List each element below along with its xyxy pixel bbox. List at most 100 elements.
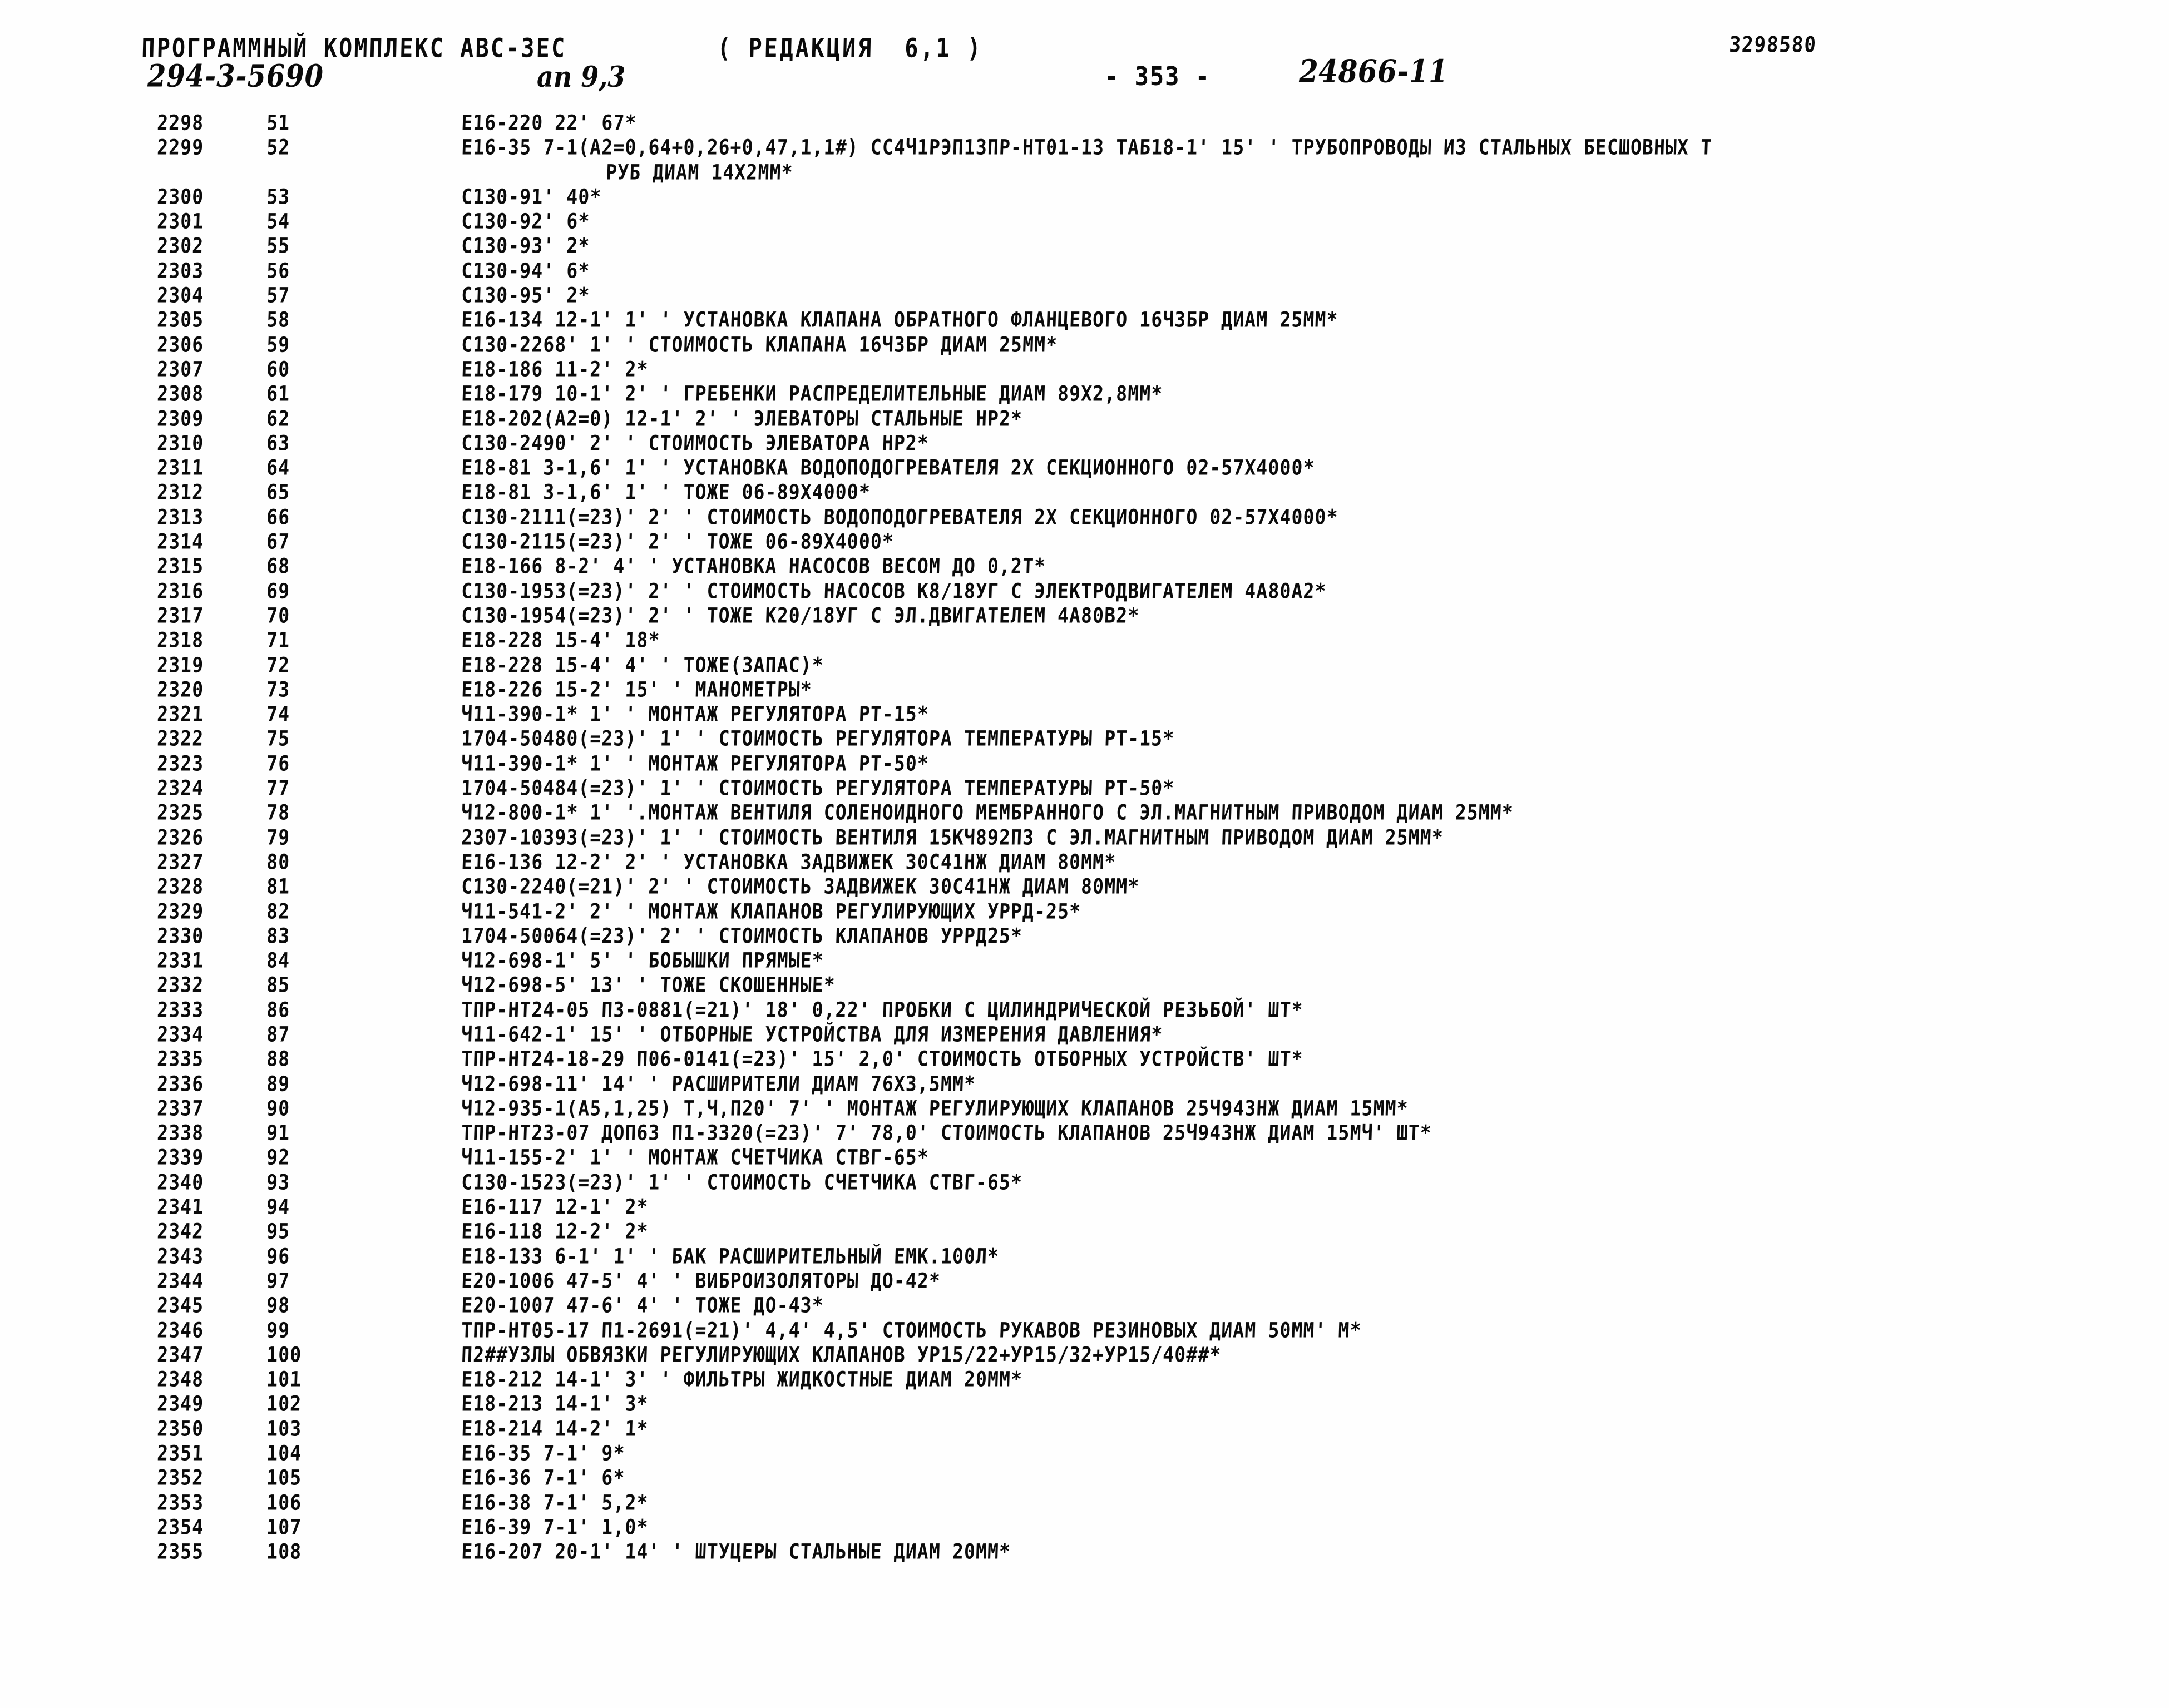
- row-content-text: E18-202(A2=0) 12-1' 2' ' ЭЛЕВАТОРЫ СТАЛЬ…: [461, 405, 1023, 431]
- row-line-number: 98: [266, 1293, 290, 1318]
- row-content-text: E18-226 15-2' 15' ' МАНОМЕТРЫ*: [461, 677, 813, 702]
- row-sequence-number: 2318: [156, 627, 205, 652]
- row-sequence-number: 2308: [156, 381, 205, 407]
- row-content-text: Ч12-935-1(A5,1,25) Т,Ч,П20' 7' ' МОНТАЖ …: [461, 1096, 1409, 1121]
- row-content-continuation: РУБ ДИАМ 14X2ММ*: [605, 159, 794, 185]
- listing-row: 2320 73 E18-226 15-2' 15' ' МАНОМЕТРЫ*: [0, 676, 2169, 701]
- listing-row: 2345 98 E20-1007 47-6' 4' ' ТОЖЕ ДО-43*: [0, 1291, 2169, 1318]
- listing-row: 2299 52 E16-35 7-1(A2=0,64+0,26+0,47,1,1#)…: [0, 133, 2169, 160]
- row-line-number: 56: [266, 258, 290, 283]
- row-sequence-number: 2302: [156, 233, 205, 259]
- row-content-text: 1704-50480(=23)' 1' ' СТОИМОСТЬ РЕГУЛЯТО…: [461, 726, 1175, 751]
- row-line-number: 70: [266, 603, 290, 628]
- row-content-text: E20-1007 47-6' 4' ' ТОЖЕ ДО-43*: [461, 1293, 824, 1318]
- row-sequence-number: 2349: [156, 1391, 205, 1417]
- listing-row: 2326 79 2307-10393(=23)' 1' ' СТОИМОСТЬ ВЕ…: [0, 824, 2169, 850]
- row-sequence-number: 2334: [156, 1022, 205, 1047]
- listing-row: 2343 96 E18-133 6-1' 1' ' БАК РАСШИРИТЕЛЬН…: [0, 1242, 2169, 1269]
- row-line-number: 53: [266, 184, 290, 209]
- row-line-number: 86: [266, 997, 290, 1022]
- listing-row: 2304 57 C130-95' 2*: [0, 281, 2169, 308]
- row-sequence-number: 2312: [156, 479, 205, 505]
- listing-row-continuation: РУБ ДИАМ 14X2ММ*: [0, 159, 2169, 185]
- row-content-text: E16-134 12-1' 1' ' УСТАНОВКА КЛАПАНА ОБР…: [461, 307, 1339, 333]
- row-content-text: C130-2490' 2' ' СТОИМОСТЬ ЭЛЕВАТОРА НР2*: [461, 430, 930, 456]
- row-line-number: 92: [266, 1145, 290, 1170]
- row-sequence-number: 2314: [156, 529, 205, 554]
- listing-row: 2324 77 1704-50484(=23)' 1' ' СТОИМОСТЬ РЕ…: [0, 774, 2169, 800]
- row-line-number: 100: [266, 1342, 302, 1367]
- listing-row: 2344 97 E20-1006 47-5' 4' ' ВИБРОИЗОЛЯТОРЫ…: [0, 1267, 2169, 1293]
- row-content-text: E16-39 7-1' 1,0*: [461, 1514, 649, 1539]
- listing-row: 2317 70 C130-1954(=23)' 2' ' ТОЖЕ К20/18УГ…: [0, 602, 2169, 627]
- row-line-number: 108: [266, 1539, 302, 1564]
- listing-row: 2334 87 Ч11-642-1' 15' ' ОТБОРНЫЕ УСТРОЙСТ…: [0, 1021, 2169, 1047]
- listing-row: 2349 102 E18-213 14-1' 3*: [0, 1390, 2169, 1416]
- listing-row: 2325 78 Ч12-800-1* 1' '.МОНТАЖ ВЕНТИЛЯ СОЛ…: [0, 799, 2169, 825]
- listing-row: 2310 63 C130-2490' 2' ' СТОИМОСТЬ ЭЛЕВАТОР…: [0, 429, 2169, 456]
- listing-row: 2338 91 ТПР-НТ23-07 ДОП63 П1-3320(=23)' 7'…: [0, 1119, 2169, 1145]
- row-content-text: E18-133 6-1' 1' ' БАК РАСШИРИТЕЛЬНЫЙ ЕМК…: [461, 1243, 1000, 1269]
- row-sequence-number: 2354: [156, 1514, 205, 1539]
- listing-row: 2340 93 C130-1523(=23)' 1' ' СТОИМОСТЬ СЧЕ…: [0, 1169, 2169, 1194]
- sheet-label: ап 9,3: [537, 60, 626, 94]
- listing-row: 2315 68 E18-166 8-2' 4' ' УСТАНОВКА НАСОСО…: [0, 552, 2169, 579]
- row-content-text: Ч11-642-1' 15' ' ОТБОРНЫЕ УСТРОЙСТВА ДЛЯ…: [461, 1022, 1163, 1047]
- row-line-number: 77: [266, 775, 290, 800]
- listing-row: 2330 83 1704-50064(=23)' 2' ' СТОИМОСТЬ КЛ…: [0, 922, 2169, 948]
- row-content-text: E18-81 3-1,6' 1' ' ТОЖЕ 06-89X4000*: [461, 479, 871, 505]
- row-content-text: ТПР-НТ24-05 П3-0881(=21)' 18' 0,22' ПРОБ…: [461, 997, 1304, 1022]
- row-content-text: E18-166 8-2' 4' ' УСТАНОВКА НАСОСОВ ВЕСО…: [461, 553, 1046, 579]
- row-line-number: 63: [266, 430, 290, 456]
- row-content-text: E16-38 7-1' 5,2*: [461, 1489, 649, 1515]
- listing-row: 2332 85 Ч12-698-5' 13' ' ТОЖЕ СКОШЕННЫЕ*: [0, 971, 2169, 997]
- row-line-number: 69: [266, 578, 290, 603]
- row-line-number: 76: [266, 750, 290, 776]
- row-content-text: C130-2111(=23)' 2' ' СТОИМОСТЬ ВОДОПОДОГ…: [461, 504, 1339, 529]
- listing-row: 2301 54 C130-92' 6*: [0, 207, 2169, 233]
- row-sequence-number: 2347: [156, 1342, 205, 1367]
- row-line-number: 68: [266, 553, 290, 579]
- row-sequence-number: 2343: [156, 1243, 205, 1269]
- listing-row: 2348 101 E18-212 14-1' 3' ' ФИЛЬТРЫ ЖИДКОС…: [0, 1365, 2169, 1391]
- row-sequence-number: 2333: [156, 997, 205, 1022]
- page-number: - 353 -: [1104, 61, 1211, 91]
- row-line-number: 61: [266, 381, 290, 407]
- row-sequence-number: 2355: [156, 1539, 205, 1564]
- listing-row: 2311 64 E18-81 3-1,6' 1' ' УСТАНОВКА ВОДОП…: [0, 454, 2169, 479]
- row-line-number: 97: [266, 1268, 290, 1293]
- row-line-number: 59: [266, 331, 290, 357]
- row-content-text: E16-35 7-1' 9*: [461, 1440, 626, 1466]
- listing-row: 2353 106 E16-38 7-1' 5,2*: [0, 1489, 2169, 1514]
- row-line-number: 79: [266, 824, 290, 850]
- row-content-text: E20-1006 47-5' 4' ' ВИБРОИЗОЛЯТОРЫ ДО-42…: [461, 1268, 941, 1293]
- listing-row: 2354 107 E16-39 7-1' 1,0*: [0, 1513, 2169, 1539]
- row-sequence-number: 2320: [156, 677, 205, 702]
- row-sequence-number: 2335: [156, 1046, 205, 1072]
- listing-row: 2322 75 1704-50480(=23)' 1' ' СТОИМОСТЬ РЕ…: [0, 725, 2169, 751]
- row-line-number: 106: [266, 1489, 302, 1515]
- row-sequence-number: 2346: [156, 1317, 205, 1343]
- row-content-text: E16-136 12-2' 2' ' УСТАНОВКА ЗАДВИЖЕК 30…: [461, 849, 1116, 874]
- row-content-text: E18-228 15-4' 18*: [461, 627, 661, 652]
- page-header: ПРОГРАММНЫЙ КОМПЛЕКС АВС-3ЕС ( РЕДАКЦИЯ …: [0, 0, 2169, 106]
- row-content-text: C130-93' 2*: [461, 233, 591, 259]
- row-sequence-number: 2309: [156, 405, 205, 431]
- listing-row: 2327 80 E16-136 12-2' 2' ' УСТАНОВКА ЗАДВИ…: [0, 848, 2169, 874]
- row-content-text: Ч11-541-2' 2' ' МОНТАЖ КЛАПАНОВ РЕГУЛИРУ…: [461, 898, 1081, 924]
- row-sequence-number: 2304: [156, 283, 205, 308]
- row-line-number: 52: [266, 135, 290, 160]
- row-line-number: 83: [266, 923, 290, 948]
- row-line-number: 87: [266, 1022, 290, 1047]
- row-content-text: C130-2268' 1' ' СТОИМОСТЬ КЛАПАНА 16Ч3БР…: [461, 331, 1058, 357]
- row-line-number: 72: [266, 652, 290, 677]
- row-content-text: 1704-50064(=23)' 2' ' СТОИМОСТЬ КЛАПАНОВ…: [461, 923, 1023, 948]
- listing-body: 2298 51 E16-220 22' 67* 2299 52 E16-35 7-1(A2…: [0, 109, 2169, 1564]
- row-content-text: E18-179 10-1' 2' ' ГРЕБЕНКИ РАСПРЕДЕЛИТЕ…: [461, 381, 1163, 407]
- row-sequence-number: 2316: [156, 578, 205, 603]
- row-sequence-number: 2330: [156, 923, 205, 948]
- row-sequence-number: 2306: [156, 331, 205, 357]
- row-sequence-number: 2300: [156, 184, 205, 209]
- row-line-number: 94: [266, 1194, 290, 1219]
- row-sequence-number: 2328: [156, 874, 205, 899]
